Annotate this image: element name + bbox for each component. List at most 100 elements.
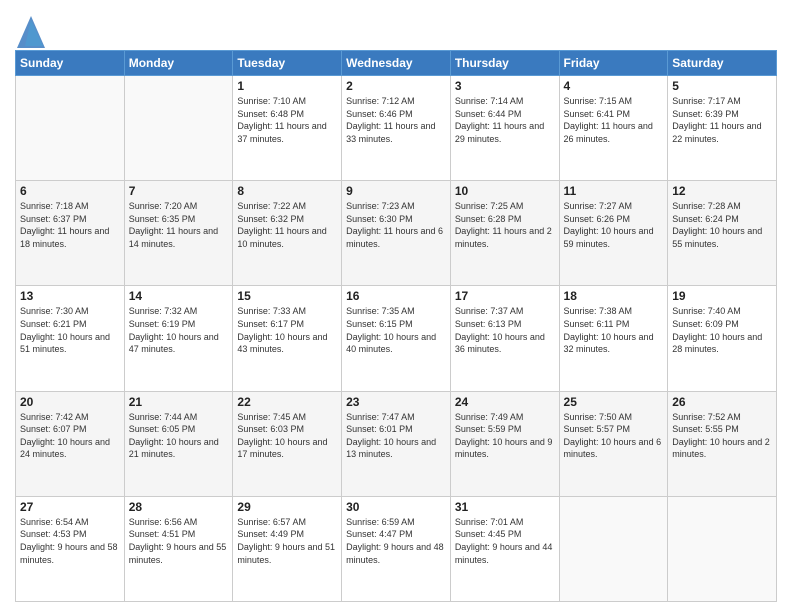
days-header-row: SundayMondayTuesdayWednesdayThursdayFrid… <box>16 51 777 76</box>
calendar-cell: 17Sunrise: 7:37 AMSunset: 6:13 PMDayligh… <box>450 286 559 391</box>
sunrise-label: Sunrise: 7:30 AM <box>20 306 89 316</box>
calendar-cell: 23 Sunrise: 7:47 AM Sunset: 6:01 PM Dayligh… <box>342 391 451 496</box>
day-info: Sunrise: 7:18 AMSunset: 6:37 PMDaylight:… <box>20 200 120 250</box>
daylight-label: Daylight: 11 hours and 10 minutes. <box>237 226 326 249</box>
sunset-label: Sunset: 6:26 PM <box>564 214 631 224</box>
day-number: 24 <box>455 395 555 409</box>
sunrise-label: Sunrise: 6:54 AM <box>20 517 89 527</box>
day-number: 9 <box>346 184 446 198</box>
sunset-label: Sunset: 6:07 PM <box>20 424 87 434</box>
day-info: Sunrise: 7:14 AMSunset: 6:44 PMDaylight:… <box>455 95 555 145</box>
daylight-label: Daylight: 9 hours and 44 minutes. <box>455 542 553 565</box>
sunrise-label: Sunrise: 7:52 AM <box>672 412 741 422</box>
sunrise-label: Sunrise: 7:10 AM <box>237 96 306 106</box>
sunset-label: Sunset: 6:01 PM <box>346 424 413 434</box>
calendar-cell: 19Sunrise: 7:40 AMSunset: 6:09 PMDayligh… <box>668 286 777 391</box>
sunset-label: Sunset: 5:57 PM <box>564 424 631 434</box>
calendar-cell: 11Sunrise: 7:27 AMSunset: 6:26 PMDayligh… <box>559 181 668 286</box>
sunset-label: Sunset: 6:03 PM <box>237 424 304 434</box>
sunset-label: Sunset: 6:46 PM <box>346 109 413 119</box>
day-number: 6 <box>20 184 120 198</box>
day-info: Sunrise: 7:38 AMSunset: 6:11 PMDaylight:… <box>564 305 664 355</box>
sunset-label: Sunset: 6:44 PM <box>455 109 522 119</box>
day-info: Sunrise: 7:12 AMSunset: 6:46 PMDaylight:… <box>346 95 446 145</box>
sunset-label: Sunset: 4:45 PM <box>455 529 522 539</box>
daylight-label: Daylight: 10 hours and 9 minutes. <box>455 437 553 460</box>
day-info: Sunrise: 7:44 AMSunset: 6:05 PMDaylight:… <box>129 411 229 461</box>
daylight-label: Daylight: 10 hours and 36 minutes. <box>455 332 545 355</box>
calendar-cell: 3 Sunrise: 7:14 AMSunset: 6:44 PMDaylight… <box>450 76 559 181</box>
daylight-label: Daylight: 10 hours and 32 minutes. <box>564 332 654 355</box>
day-number: 10 <box>455 184 555 198</box>
sunset-label: Sunset: 6:15 PM <box>346 319 413 329</box>
calendar-cell: 14Sunrise: 7:32 AMSunset: 6:19 PMDayligh… <box>124 286 233 391</box>
day-info: Sunrise: 7:52 AM Sunset: 5:55 PM Daylight:… <box>672 411 772 461</box>
day-number: 11 <box>564 184 664 198</box>
sunrise-label: Sunrise: 7:32 AM <box>129 306 198 316</box>
logo-icon <box>15 14 43 42</box>
daylight-label: Daylight: 10 hours and 17 minutes. <box>237 437 327 460</box>
calendar-cell <box>668 496 777 601</box>
daylight-label: Daylight: 10 hours and 13 minutes. <box>346 437 436 460</box>
calendar-cell: 1Sunrise: 7:10 AMSunset: 6:48 PMDaylight… <box>233 76 342 181</box>
day-info: Sunrise: 7:49 AMSunset: 5:59 PMDaylight:… <box>455 411 555 461</box>
sunset-label: Sunset: 6:39 PM <box>672 109 739 119</box>
calendar-cell: 25Sunrise: 7:50 AMSunset: 5:57 PMDayligh… <box>559 391 668 496</box>
day-info: Sunrise: 7:50 AM Sunset: 5:57 PM Daylight:… <box>564 411 664 461</box>
day-number: 29 <box>237 500 337 514</box>
daylight-label: Daylight: 10 hours and 28 minutes. <box>672 332 762 355</box>
day-number: 15 <box>237 289 337 303</box>
day-info: Sunrise: 6:59 AMSunset: 4:47 PMDaylight:… <box>346 516 446 566</box>
day-info: Sunrise: 7:20 AMSunset: 6:35 PMDaylight:… <box>129 200 229 250</box>
daylight-label: Daylight: 9 hours and 55 minutes. <box>129 542 227 565</box>
day-info: Sunrise: 7:15 AMSunset: 6:41 PMDaylight:… <box>564 95 664 145</box>
sunrise-label: Sunrise: 7:37 AM <box>455 306 524 316</box>
sunrise-label: Sunrise: 7:40 AM <box>672 306 741 316</box>
calendar-cell: 6 Sunrise: 7:18 AMSunset: 6:37 PMDaylight… <box>16 181 125 286</box>
daylight-label: Daylight: 9 hours and 58 minutes. <box>20 542 118 565</box>
day-number: 23 <box>346 395 446 409</box>
day-number: 3 <box>455 79 555 93</box>
daylight-label: Daylight: 10 hours and 47 minutes. <box>129 332 219 355</box>
daylight-label: Daylight: 10 hours and 2 minutes. <box>672 437 770 460</box>
daylight-label: Daylight: 10 hours and 24 minutes. <box>20 437 110 460</box>
calendar-body: 1Sunrise: 7:10 AMSunset: 6:48 PMDaylight… <box>16 76 777 602</box>
week-row-3: 13Sunrise: 7:30 AMSunset: 6:21 PMDayligh… <box>16 286 777 391</box>
daylight-label: Daylight: 9 hours and 48 minutes. <box>346 542 444 565</box>
calendar-cell: 18Sunrise: 7:38 AMSunset: 6:11 PMDayligh… <box>559 286 668 391</box>
sunset-label: Sunset: 5:55 PM <box>672 424 739 434</box>
sunset-label: Sunset: 6:32 PM <box>237 214 304 224</box>
daylight-label: Daylight: 10 hours and 51 minutes. <box>20 332 110 355</box>
day-info: Sunrise: 7:45 AMSunset: 6:03 PMDaylight:… <box>237 411 337 461</box>
daylight-label: Daylight: 11 hours and 14 minutes. <box>129 226 218 249</box>
sunrise-label: Sunrise: 7:50 AM <box>564 412 633 422</box>
sunrise-label: Sunrise: 7:23 AM <box>346 201 415 211</box>
sunset-label: Sunset: 6:05 PM <box>129 424 196 434</box>
sunrise-label: Sunrise: 7:25 AM <box>455 201 524 211</box>
daylight-label: Daylight: 10 hours and 6 minutes. <box>564 437 662 460</box>
day-number: 22 <box>237 395 337 409</box>
day-number: 7 <box>129 184 229 198</box>
sunset-label: Sunset: 5:59 PM <box>455 424 522 434</box>
calendar-cell: 9 Sunrise: 7:23 AM Sunset: 6:30 PM Daylight… <box>342 181 451 286</box>
day-number: 2 <box>346 79 446 93</box>
week-row-5: 27 Sunrise: 6:54 AMSunset: 4:53 PMDayligh… <box>16 496 777 601</box>
sunset-label: Sunset: 6:30 PM <box>346 214 413 224</box>
calendar-cell: 15Sunrise: 7:33 AMSunset: 6:17 PMDayligh… <box>233 286 342 391</box>
sunrise-label: Sunrise: 7:33 AM <box>237 306 306 316</box>
sunrise-label: Sunrise: 7:47 AM <box>346 412 415 422</box>
daylight-label: Daylight: 10 hours and 59 minutes. <box>564 226 654 249</box>
daylight-label: Daylight: 11 hours and 6 minutes. <box>346 226 443 249</box>
day-info: Sunrise: 6:54 AMSunset: 4:53 PMDaylight:… <box>20 516 120 566</box>
sunrise-label: Sunrise: 7:15 AM <box>564 96 633 106</box>
day-header-friday: Friday <box>559 51 668 76</box>
day-number: 28 <box>129 500 229 514</box>
day-number: 27 <box>20 500 120 514</box>
daylight-label: Daylight: 10 hours and 55 minutes. <box>672 226 762 249</box>
sunset-label: Sunset: 6:21 PM <box>20 319 87 329</box>
day-number: 16 <box>346 289 446 303</box>
sunrise-label: Sunrise: 7:20 AM <box>129 201 198 211</box>
day-info: Sunrise: 7:42 AMSunset: 6:07 PMDaylight:… <box>20 411 120 461</box>
sunset-label: Sunset: 6:19 PM <box>129 319 196 329</box>
day-header-wednesday: Wednesday <box>342 51 451 76</box>
